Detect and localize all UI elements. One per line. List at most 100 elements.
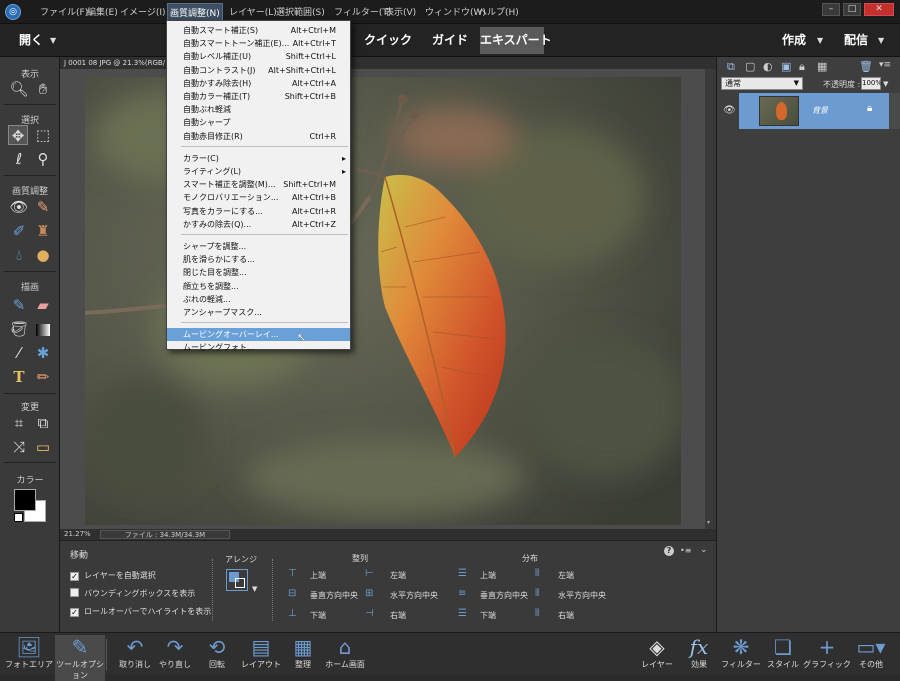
delete-layer-icon[interactable]: 🗑︎ — [859, 60, 873, 73]
enhance-menu-item[interactable]: 自動シャープ — [167, 116, 350, 129]
straighten-tool-icon[interactable]: ▭ — [33, 437, 53, 457]
menu-filter[interactable]: フィルター(T) — [334, 5, 391, 18]
marquee-tool-icon[interactable]: ⬚ — [33, 125, 53, 145]
default-colors-icon[interactable] — [14, 513, 23, 522]
styles-button[interactable]: ❏ スタイル — [758, 635, 808, 670]
custom-shape-tool-icon[interactable]: ✱ — [33, 343, 53, 363]
new-layer-icon[interactable]: ⧉ — [727, 60, 735, 74]
opacity-dropdown-icon[interactable]: ▼ — [883, 80, 888, 88]
adjustment-layer-icon[interactable]: ◐ — [763, 60, 773, 73]
enhance-menu-item[interactable]: 自動カラー補正(T) Shift+Ctrl+B — [167, 90, 350, 103]
layers-scrollbar[interactable] — [889, 93, 900, 129]
distribute-right-label[interactable]: 右端 — [558, 610, 574, 621]
share-dropdown-icon[interactable]: ▼ — [878, 36, 884, 45]
open-button[interactable]: 開く — [16, 27, 46, 54]
distribute-vcenter-icon[interactable]: ≡ — [458, 589, 470, 599]
align-vcenter-label[interactable]: 垂直方向中央 — [310, 590, 358, 601]
distribute-left-icon[interactable]: ⫴ — [535, 569, 547, 579]
blend-mode-select[interactable]: 通常 ▼ — [721, 77, 803, 90]
help-icon[interactable]: ? — [664, 546, 674, 556]
opacity-input[interactable]: 100% — [861, 77, 882, 90]
enhance-menu-item[interactable]: カラー(C) ▸ — [167, 152, 350, 165]
enhance-menu-item[interactable]: 自動レベル補正(U) Shift+Ctrl+L — [167, 50, 350, 63]
share-button[interactable]: 配信 — [838, 27, 874, 54]
document-tab[interactable]: J 0001 08 JPG @ 21.3%(RGB/ — [60, 57, 716, 69]
lasso-tool-icon[interactable]: ℓ — [9, 149, 29, 169]
quick-select-tool-icon[interactable]: ⚲ — [33, 149, 53, 169]
tool-options-button[interactable]: ✎ ツールオプション — [55, 635, 105, 681]
panel-menu-icon[interactable]: ▾≡ — [879, 60, 891, 70]
photo-bin-button[interactable]: 🖼︎ フォトエリア — [4, 635, 54, 670]
options-menu-icon[interactable]: •≡ — [680, 546, 691, 555]
red-eye-tool-icon[interactable]: 👁︎ — [9, 197, 29, 217]
minimize-button[interactable]: – — [822, 3, 840, 16]
collapse-options-icon[interactable]: ⌄ — [700, 545, 708, 555]
new-group-icon[interactable]: ▢ — [745, 60, 755, 73]
rollover-highlight-checkbox[interactable]: ✓ ロールオーバーでハイライトを表示 — [70, 606, 211, 617]
rotate-button[interactable]: ⟲ 回転 — [192, 635, 242, 670]
distribute-left-label[interactable]: 左端 — [558, 570, 574, 581]
align-left-label[interactable]: 左端 — [390, 570, 406, 581]
align-hcenter-label[interactable]: 水平方向中央 — [390, 590, 438, 601]
clone-stamp-tool-icon[interactable]: ♜ — [33, 221, 53, 241]
enhance-menu-item[interactable]: ムービングフォト... — [167, 341, 350, 354]
layer-name[interactable]: 背景 — [812, 105, 828, 116]
distribute-top-icon[interactable]: ☰ — [458, 569, 470, 579]
menu-view[interactable]: 表示(V) — [385, 5, 416, 18]
spot-healing-tool-icon[interactable]: ✎ — [33, 197, 53, 217]
enhance-menu-item[interactable]: ぶれの軽減... — [167, 293, 350, 306]
maximize-button[interactable]: □ — [843, 3, 861, 16]
align-left-icon[interactable]: ⊢ — [365, 569, 377, 579]
home-screen-button[interactable]: ⌂ ホーム画面 — [320, 635, 370, 670]
recompose-tool-icon[interactable]: ⧉ — [33, 413, 53, 433]
eraser-tool-icon[interactable]: ▰ — [33, 295, 53, 315]
menu-file[interactable]: ファイル(F) — [40, 5, 88, 18]
enhance-menu-item[interactable]: ムービングオーバーレイ... ↖ — [167, 328, 350, 344]
align-right-icon[interactable]: ⊣ — [365, 609, 377, 619]
align-bottom-icon[interactable]: ⊥ — [288, 609, 300, 619]
menu-edit[interactable]: 編集(E) — [87, 5, 118, 18]
enhance-menu-item[interactable]: モノクロバリエーション... Alt+Ctrl+B — [167, 191, 350, 204]
menu-window[interactable]: ウィンドウ(W) — [425, 5, 486, 18]
content-aware-move-tool-icon[interactable]: ⤨ — [9, 437, 29, 457]
align-right-label[interactable]: 右端 — [390, 610, 406, 621]
show-bounding-box-checkbox[interactable]: バウンディングボックスを表示 — [70, 588, 195, 599]
enhance-menu-item[interactable]: シャープを調整... — [167, 240, 350, 253]
align-top-icon[interactable]: ⊤ — [288, 569, 300, 579]
align-top-label[interactable]: 上端 — [310, 570, 326, 581]
layer-visibility-eye-icon[interactable]: 👁︎ — [723, 105, 736, 116]
foreground-color-swatch[interactable] — [14, 489, 36, 511]
distribute-hcenter-label[interactable]: 水平方向中央 — [558, 590, 606, 601]
layer-row-background[interactable]: 背景 🔒︎ — [739, 93, 889, 129]
enhance-menu-item[interactable]: 顔立ちを調整... — [167, 280, 350, 293]
tab-expert[interactable]: エキスパート — [480, 27, 552, 54]
vertical-scrollbar[interactable]: ▾ — [705, 69, 716, 529]
pencil-tool-icon[interactable]: ✏︎ — [33, 367, 53, 387]
menu-select[interactable]: 選択範囲(S) — [276, 5, 325, 18]
close-button[interactable]: ✕ — [864, 3, 894, 16]
enhance-menu-item[interactable]: 自動赤目修正(R) Ctrl+R — [167, 130, 350, 143]
enhance-menu-item[interactable]: アンシャープマスク... — [167, 306, 350, 319]
distribute-right-icon[interactable]: ⫴ — [535, 609, 547, 619]
enhance-menu-item[interactable]: 写真をカラーにする... Alt+Ctrl+R — [167, 205, 350, 218]
brush-tool-icon[interactable]: ✎ — [9, 295, 29, 315]
layer-mask-icon[interactable]: ▣ — [781, 60, 791, 73]
smart-brush-tool-icon[interactable]: ✐ — [9, 221, 29, 241]
align-hcenter-icon[interactable]: ⊞ — [365, 589, 377, 599]
enhance-menu-item[interactable]: ライティング(L) ▸ — [167, 165, 350, 178]
distribute-vcenter-label[interactable]: 垂直方向中央 — [480, 590, 528, 601]
arrange-dropdown-icon[interactable]: ▼ — [252, 585, 257, 593]
enhance-menu-item[interactable]: 肌を滑らかにする... — [167, 253, 350, 266]
align-vcenter-icon[interactable]: ⊟ — [288, 589, 300, 599]
menu-help[interactable]: ヘルプ(H) — [478, 5, 519, 18]
paint-bucket-tool-icon[interactable]: 🪣︎ — [9, 319, 29, 339]
distribute-hcenter-icon[interactable]: ⦀ — [535, 589, 547, 599]
zoom-tool-icon[interactable]: 🔍︎ — [9, 79, 29, 99]
enhance-menu-item[interactable]: かすみの除去(Q)... Alt+Ctrl+Z — [167, 218, 350, 231]
create-button[interactable]: 作成 — [776, 27, 812, 54]
crop-tool-icon[interactable]: ⌗ — [9, 413, 29, 433]
zoom-level[interactable]: 21.27% — [64, 529, 91, 540]
gradient-tool-icon[interactable] — [33, 319, 53, 339]
enhance-menu-item[interactable]: 自動コントラスト(J) Alt+Shift+Ctrl+L — [167, 64, 350, 77]
enhance-menu-item[interactable]: 閉じた目を調整... — [167, 266, 350, 279]
